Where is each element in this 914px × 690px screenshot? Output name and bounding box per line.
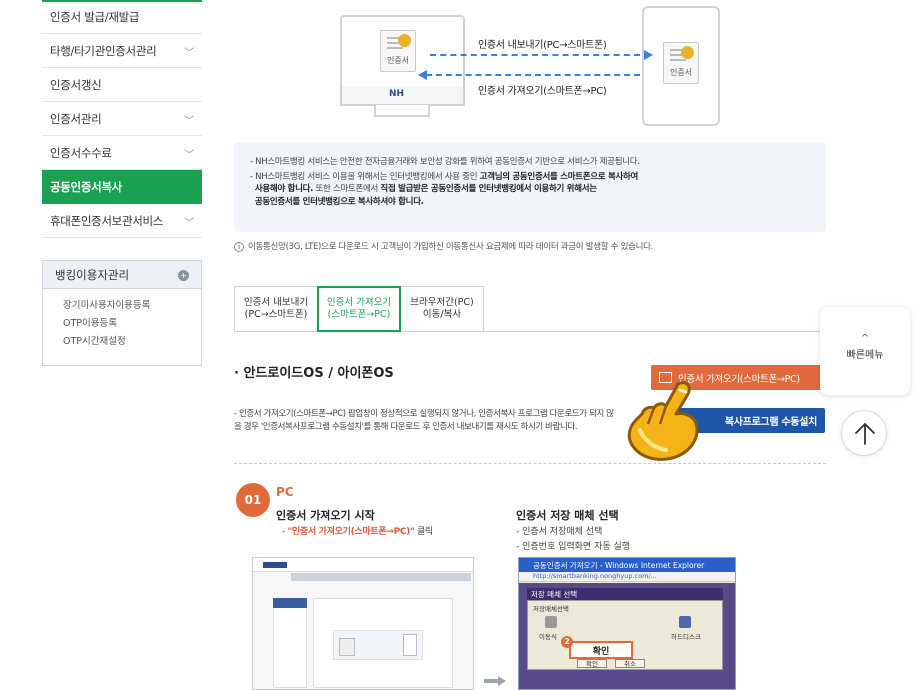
section-divider	[234, 463, 826, 464]
nh-page-screenshot	[252, 557, 474, 690]
step1-instruction: - "인증서 가져오기(스마트폰→PC)" 클릭	[282, 527, 433, 537]
chevron-down-icon: ﹀	[184, 218, 194, 229]
info-icon: i	[234, 242, 244, 252]
data-charge-info: i 이동통신망(3G, LTE)으로 다운로드 시 고객님이 가입하신 이동통신사…	[234, 240, 653, 252]
box-link-2[interactable]: OTP시간재설정	[63, 333, 201, 351]
step2-title: 인증서 저장 매체 선택	[516, 509, 619, 522]
export-label: 인증서 내보내기(PC→스마트폰)	[478, 40, 607, 51]
section-description: - 인증서 가져오기(스마트폰→PC) 팝업창이 정상적으로 실행되지 않거나,…	[234, 409, 614, 432]
step2-line-1: - 인증서 저장매체 선택	[516, 527, 603, 537]
step-platform: PC	[276, 485, 294, 499]
chevron-down-icon: ﹀	[184, 116, 194, 127]
ok-button[interactable]: 확인	[577, 659, 607, 668]
export-arrow-line	[430, 54, 640, 56]
sidebar-item-2[interactable]: 인증서갱신	[42, 68, 202, 102]
banking-user-management-box: 뱅킹이용자관리 + 장기미사용자이용등록 OTP이용등록 OTP시간재설정	[42, 260, 202, 366]
copy-method-tabs: 인증서 내보내기 (PC→스마트폰) 인증서 가져오기 (스마트폰→PC) 브라우저간(…	[234, 286, 484, 332]
step-badge-2: 2	[561, 636, 573, 648]
notice-line-2: - NH스마트뱅킹 서비스 이용을 위해서는 인터넷뱅킹에서 사용 중인 고객님…	[250, 171, 639, 207]
sidebar-item-label: 인증서관리	[50, 111, 102, 126]
sidebar-menu: 인증서 발급/재발급타행/타기관인증서관리 ﹀ 인증서갱신인증서관리 ﹀ 인증서수수료 ﹀…	[42, 0, 202, 238]
import-label: 인증서 가져오기(스마트폰→PC)	[478, 86, 607, 97]
scroll-top-button[interactable]	[841, 410, 887, 456]
box-links: 장기미사용자이용등록 OTP이용등록 OTP시간재설정	[43, 289, 201, 365]
step2-line-2: - 인증번호 입력화면 자동 실행	[516, 542, 631, 552]
box-link-1[interactable]: OTP이용등록	[63, 315, 201, 333]
sidebar-item-label: 인증서수수료	[50, 145, 112, 160]
removable-icon	[545, 616, 557, 628]
sidebar-item-label: 타행/타기관인증서관리	[50, 43, 157, 58]
phone-cert-label: 인증서	[669, 68, 693, 77]
arrow-up-icon	[855, 423, 875, 445]
tab-1[interactable]: 인증서 가져오기 (스마트폰→PC)	[317, 286, 401, 332]
chevron-down-icon: ﹀	[184, 150, 194, 161]
ie-url: http://smartbanking.nonghyup.com/...	[533, 572, 657, 580]
next-step-arrow-icon	[484, 676, 506, 686]
storage-option-4[interactable]: 하드디스크	[671, 631, 701, 641]
sidebar-item-label: 휴대폰인증서보관서비스	[50, 213, 164, 228]
step-number-badge: 01	[236, 483, 270, 517]
tab-0[interactable]: 인증서 내보내기 (PC→스마트폰)	[234, 286, 318, 332]
sidebar-item-label: 인증서 발급/재발급	[50, 9, 140, 24]
sidebar-item-4[interactable]: 인증서수수료 ﹀	[42, 136, 202, 170]
nh-logo: NH	[389, 89, 405, 99]
ok-callout[interactable]: 확인	[569, 641, 633, 659]
cancel-button[interactable]: 취소	[615, 659, 645, 668]
service-notice-box: - NH스마트뱅킹 서비스는 안전한 전자금융거래와 보안성 강화를 위하여 공…	[234, 142, 826, 232]
export-arrow-head-icon	[644, 50, 653, 60]
main-content: NH 인증서 인증서 인증서 내보내기(PC→스마트폰) 인증서 가져오기(스마…	[234, 0, 826, 690]
box-title: 뱅킹이용자관리	[55, 267, 130, 282]
import-arrow-head-icon	[418, 70, 427, 80]
sidebar-item-0[interactable]: 인증서 발급/재발급	[42, 0, 202, 34]
storage-option-1[interactable]: 이동식	[539, 631, 557, 641]
manual-install-label: 복사프로그램 수동설치	[724, 417, 817, 428]
tab-2[interactable]: 브라우저간(PC) 이동/복사	[400, 286, 484, 332]
import-arrow-line	[426, 74, 640, 76]
pointing-hand-icon	[627, 381, 699, 461]
sidebar-item-label: 공동인증서복사	[50, 179, 122, 194]
section-title: · 안드로이드OS / 아이폰OS	[234, 366, 394, 381]
quick-menu-label: 빠른메뉴	[846, 350, 884, 361]
pc-monitor-stand	[374, 105, 430, 117]
banking-user-management-header[interactable]: 뱅킹이용자관리 +	[43, 261, 201, 289]
chevron-down-icon: ﹀	[184, 48, 194, 59]
pc-cert-label: 인증서	[386, 56, 410, 65]
pc-certificate-icon: 인증서	[380, 30, 416, 72]
harddisk-icon	[679, 616, 691, 628]
info-text: 이동통신망(3G, LTE)으로 다운로드 시 고객님이 가입하신 이동통신사 …	[248, 242, 654, 252]
ie-window-title: 공동인증서 가져오기 - Windows Internet Explorer	[533, 561, 705, 570]
sidebar-item-5[interactable]: 공동인증서복사	[42, 170, 202, 204]
box-link-0[interactable]: 장기미사용자이용등록	[63, 297, 201, 315]
phone-certificate-icon: 인증서	[663, 42, 699, 84]
left-sidebar: 인증서 발급/재발급타행/타기관인증서관리 ﹀ 인증서갱신인증서관리 ﹀ 인증서수수료 ﹀…	[42, 0, 202, 366]
storage-group-label: 저장매체선택	[533, 605, 569, 613]
step1-title: 인증서 가져오기 시작	[276, 509, 375, 522]
sidebar-item-label: 인증서갱신	[50, 77, 102, 92]
quick-menu-button[interactable]: ^ 빠른메뉴	[820, 307, 910, 395]
dialog-title: 저장 매체 선택	[531, 590, 578, 599]
sidebar-item-6[interactable]: 휴대폰인증서보관서비스 ﹀	[42, 204, 202, 238]
expand-plus-icon[interactable]: +	[178, 270, 189, 281]
sidebar-item-3[interactable]: 인증서관리 ﹀	[42, 102, 202, 136]
sidebar-item-1[interactable]: 타행/타기관인증서관리 ﹀	[42, 34, 202, 68]
chevron-up-icon: ^	[860, 333, 870, 344]
storage-select-screenshot: 공동인증서 가져오기 - Windows Internet Explorer h…	[518, 557, 736, 690]
notice-line-1: - NH스마트뱅킹 서비스는 안전한 전자금융거래와 보안성 강화를 위하여 공…	[250, 157, 640, 167]
